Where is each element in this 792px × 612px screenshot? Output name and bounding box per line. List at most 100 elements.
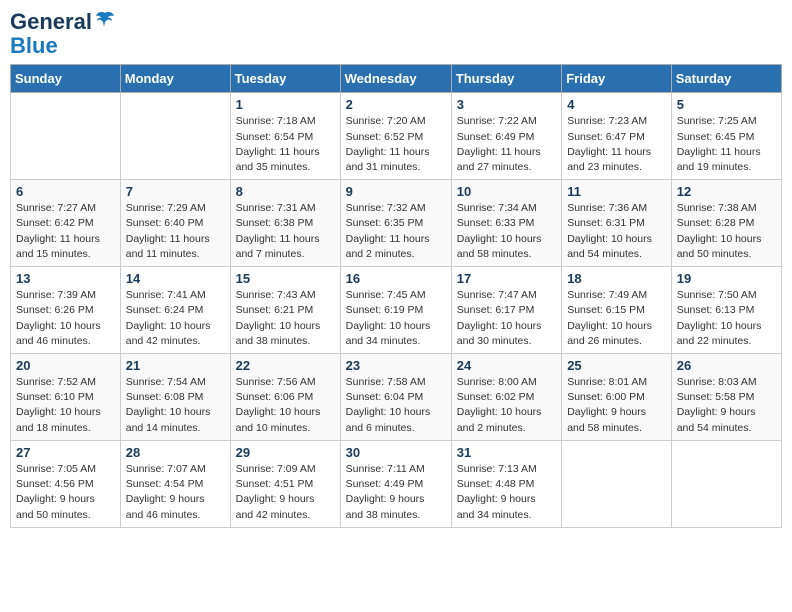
calendar-cell xyxy=(11,93,121,180)
calendar-week-row: 20 Sunrise: 7:52 AM Sunset: 6:10 PM Dayli… xyxy=(11,354,782,441)
day-number: 2 xyxy=(346,97,446,112)
day-number: 14 xyxy=(126,271,225,286)
calendar-cell: 10Sunrise: 7:34 AM Sunset: 6:33 PM Dayli… xyxy=(451,180,561,267)
calendar-cell: 8 Sunrise: 7:31 AM Sunset: 6:38 PM Daylig… xyxy=(230,180,340,267)
calendar-cell: 15 Sunrise: 7:43 AM Sunset: 6:21 PM Dayli… xyxy=(230,267,340,354)
day-number: 20 xyxy=(16,358,115,373)
calendar-cell: 14 Sunrise: 7:41 AM Sunset: 6:24 PM Dayli… xyxy=(120,267,230,354)
calendar-cell: 18 Sunrise: 7:49 AM Sunset: 6:15 PM Dayli… xyxy=(562,267,672,354)
day-info: Sunrise: 7:41 AM Sunset: 6:24 PM Dayligh… xyxy=(126,288,225,349)
calendar-cell: 16 Sunrise: 7:45 AM Sunset: 6:19 PM Dayli… xyxy=(340,267,451,354)
calendar-cell: 23 Sunrise: 7:58 AM Sunset: 6:04 PM Dayli… xyxy=(340,354,451,441)
calendar-cell: 1 Sunrise: 7:18 AM Sunset: 6:54 PM Daylig… xyxy=(230,93,340,180)
calendar-cell: 21 Sunrise: 7:54 AM Sunset: 6:08 PM Dayli… xyxy=(120,354,230,441)
calendar-cell: 9 Sunrise: 7:32 AM Sunset: 6:35 PM Daylig… xyxy=(340,180,451,267)
day-number: 5 xyxy=(677,97,776,112)
day-number: 29 xyxy=(236,445,335,460)
calendar-cell xyxy=(120,93,230,180)
day-info: Sunrise: 7:29 AM Sunset: 6:40 PM Dayligh… xyxy=(126,201,225,262)
day-number: 19 xyxy=(677,271,776,286)
logo-bird-icon xyxy=(94,9,116,31)
calendar-cell: 17 Sunrise: 7:47 AM Sunset: 6:17 PM Dayli… xyxy=(451,267,561,354)
day-header-friday: Friday xyxy=(562,65,672,93)
day-number: 16 xyxy=(346,271,446,286)
day-info: Sunrise: 7:54 AM Sunset: 6:08 PM Dayligh… xyxy=(126,375,225,436)
day-number: 10 xyxy=(457,184,556,199)
day-number: 17 xyxy=(457,271,556,286)
day-info: Sunrise: 8:01 AM Sunset: 6:00 PM Dayligh… xyxy=(567,375,666,436)
day-info: Sunrise: 7:43 AM Sunset: 6:21 PM Dayligh… xyxy=(236,288,335,349)
day-number: 12 xyxy=(677,184,776,199)
calendar-cell: 11Sunrise: 7:36 AM Sunset: 6:31 PM Dayli… xyxy=(562,180,672,267)
day-number: 6 xyxy=(16,184,115,199)
day-info: Sunrise: 7:18 AM Sunset: 6:54 PM Dayligh… xyxy=(236,114,335,175)
calendar-cell: 4 Sunrise: 7:23 AM Sunset: 6:47 PM Daylig… xyxy=(562,93,672,180)
day-info: Sunrise: 7:07 AM Sunset: 4:54 PM Dayligh… xyxy=(126,462,225,523)
day-number: 23 xyxy=(346,358,446,373)
day-info: Sunrise: 7:52 AM Sunset: 6:10 PM Dayligh… xyxy=(16,375,115,436)
calendar-week-row: 6 Sunrise: 7:27 AM Sunset: 6:42 PM Daylig… xyxy=(11,180,782,267)
day-number: 3 xyxy=(457,97,556,112)
day-number: 28 xyxy=(126,445,225,460)
calendar-cell: 3 Sunrise: 7:22 AM Sunset: 6:49 PM Daylig… xyxy=(451,93,561,180)
day-info: Sunrise: 7:49 AM Sunset: 6:15 PM Dayligh… xyxy=(567,288,666,349)
day-info: Sunrise: 7:39 AM Sunset: 6:26 PM Dayligh… xyxy=(16,288,115,349)
day-info: Sunrise: 7:09 AM Sunset: 4:51 PM Dayligh… xyxy=(236,462,335,523)
day-number: 26 xyxy=(677,358,776,373)
day-number: 24 xyxy=(457,358,556,373)
day-number: 8 xyxy=(236,184,335,199)
calendar-cell: 25 Sunrise: 8:01 AM Sunset: 6:00 PM Dayli… xyxy=(562,354,672,441)
day-number: 9 xyxy=(346,184,446,199)
calendar-cell: 28 Sunrise: 7:07 AM Sunset: 4:54 PM Dayli… xyxy=(120,440,230,527)
calendar-cell xyxy=(562,440,672,527)
logo: General Blue xyxy=(10,10,116,58)
day-info: Sunrise: 7:32 AM Sunset: 6:35 PM Dayligh… xyxy=(346,201,446,262)
calendar-week-row: 1 Sunrise: 7:18 AM Sunset: 6:54 PM Daylig… xyxy=(11,93,782,180)
day-number: 15 xyxy=(236,271,335,286)
day-info: Sunrise: 7:13 AM Sunset: 4:48 PM Dayligh… xyxy=(457,462,556,523)
day-number: 18 xyxy=(567,271,666,286)
day-header-thursday: Thursday xyxy=(451,65,561,93)
day-info: Sunrise: 7:22 AM Sunset: 6:49 PM Dayligh… xyxy=(457,114,556,175)
calendar: SundayMondayTuesdayWednesdayThursdayFrid… xyxy=(10,64,782,527)
day-info: Sunrise: 7:38 AM Sunset: 6:28 PM Dayligh… xyxy=(677,201,776,262)
calendar-cell: 12 Sunrise: 7:38 AM Sunset: 6:28 PM Dayli… xyxy=(671,180,781,267)
day-number: 21 xyxy=(126,358,225,373)
day-info: Sunrise: 7:31 AM Sunset: 6:38 PM Dayligh… xyxy=(236,201,335,262)
calendar-header-row: SundayMondayTuesdayWednesdayThursdayFrid… xyxy=(11,65,782,93)
calendar-cell: 20 Sunrise: 7:52 AM Sunset: 6:10 PM Dayli… xyxy=(11,354,121,441)
day-info: Sunrise: 7:23 AM Sunset: 6:47 PM Dayligh… xyxy=(567,114,666,175)
day-info: Sunrise: 7:58 AM Sunset: 6:04 PM Dayligh… xyxy=(346,375,446,436)
day-number: 11 xyxy=(567,184,666,199)
calendar-cell xyxy=(671,440,781,527)
calendar-cell: 5Sunrise: 7:25 AM Sunset: 6:45 PM Daylig… xyxy=(671,93,781,180)
day-header-tuesday: Tuesday xyxy=(230,65,340,93)
day-header-saturday: Saturday xyxy=(671,65,781,93)
calendar-cell: 6 Sunrise: 7:27 AM Sunset: 6:42 PM Daylig… xyxy=(11,180,121,267)
day-info: Sunrise: 7:05 AM Sunset: 4:56 PM Dayligh… xyxy=(16,462,115,523)
day-number: 1 xyxy=(236,97,335,112)
calendar-cell: 7Sunrise: 7:29 AM Sunset: 6:40 PM Daylig… xyxy=(120,180,230,267)
calendar-cell: 26 Sunrise: 8:03 AM Sunset: 5:58 PM Dayli… xyxy=(671,354,781,441)
day-number: 27 xyxy=(16,445,115,460)
day-header-monday: Monday xyxy=(120,65,230,93)
day-info: Sunrise: 7:47 AM Sunset: 6:17 PM Dayligh… xyxy=(457,288,556,349)
header: General Blue xyxy=(10,10,782,58)
day-number: 30 xyxy=(346,445,446,460)
day-info: Sunrise: 8:00 AM Sunset: 6:02 PM Dayligh… xyxy=(457,375,556,436)
day-info: Sunrise: 7:27 AM Sunset: 6:42 PM Dayligh… xyxy=(16,201,115,262)
day-number: 22 xyxy=(236,358,335,373)
day-info: Sunrise: 8:03 AM Sunset: 5:58 PM Dayligh… xyxy=(677,375,776,436)
calendar-week-row: 13Sunrise: 7:39 AM Sunset: 6:26 PM Dayli… xyxy=(11,267,782,354)
day-info: Sunrise: 7:56 AM Sunset: 6:06 PM Dayligh… xyxy=(236,375,335,436)
day-info: Sunrise: 7:45 AM Sunset: 6:19 PM Dayligh… xyxy=(346,288,446,349)
logo-general: General xyxy=(10,10,92,34)
day-header-wednesday: Wednesday xyxy=(340,65,451,93)
calendar-cell: 31 Sunrise: 7:13 AM Sunset: 4:48 PM Dayli… xyxy=(451,440,561,527)
day-info: Sunrise: 7:20 AM Sunset: 6:52 PM Dayligh… xyxy=(346,114,446,175)
day-number: 31 xyxy=(457,445,556,460)
day-number: 4 xyxy=(567,97,666,112)
calendar-cell: 19Sunrise: 7:50 AM Sunset: 6:13 PM Dayli… xyxy=(671,267,781,354)
calendar-cell: 30Sunrise: 7:11 AM Sunset: 4:49 PM Dayli… xyxy=(340,440,451,527)
day-number: 25 xyxy=(567,358,666,373)
